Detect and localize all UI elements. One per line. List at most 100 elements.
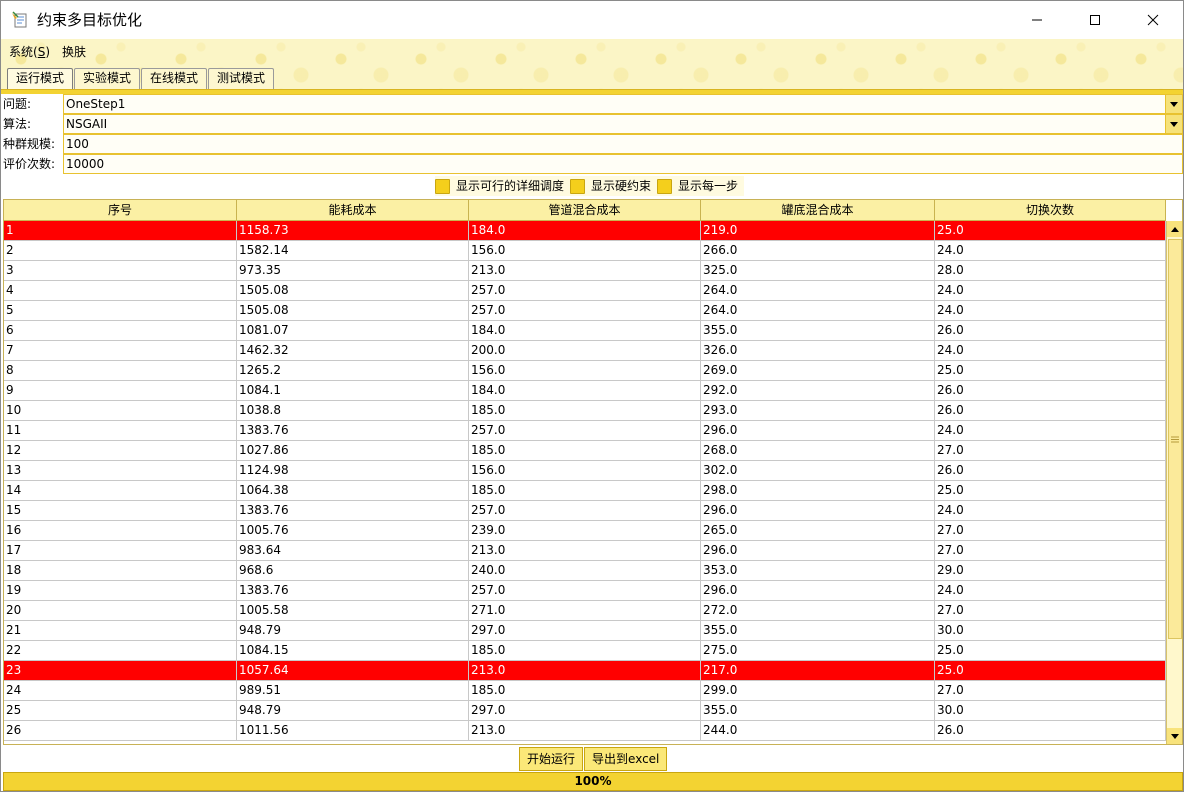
grip-icon	[1171, 436, 1179, 442]
scroll-thumb[interactable]	[1168, 239, 1182, 639]
problem-label: 问题:	[3, 97, 32, 111]
cell-pipeline-mix-cost: 184.0	[469, 221, 701, 240]
table-row[interactable]: 22 1084.15 185.0 275.0 25.0	[4, 641, 1166, 661]
menu-skin[interactable]: 换肤	[56, 41, 92, 63]
table-row[interactable]: 3 973.35 213.0 325.0 28.0	[4, 261, 1166, 281]
cell-switch-count: 24.0	[935, 301, 1166, 320]
checkbox-icon	[657, 178, 673, 194]
table-row[interactable]: 26 1011.56 213.0 244.0 26.0	[4, 721, 1166, 741]
cell-switch-count: 27.0	[935, 441, 1166, 460]
table-row[interactable]: 4 1505.08 257.0 264.0 24.0	[4, 281, 1166, 301]
cell-tank-bottom-mix-cost: 268.0	[701, 441, 935, 460]
table-body: 1 1158.73 184.0 219.0 25.0 2 1582.14 156.0 266.0…	[4, 221, 1166, 741]
population-input[interactable]: 100	[63, 134, 1183, 154]
cell-index: 10	[4, 401, 237, 420]
table-row[interactable]: 18 968.6 240.0 353.0 29.0	[4, 561, 1166, 581]
cell-energy-cost: 1505.08	[237, 281, 469, 300]
table-row[interactable]: 8 1265.2 156.0 269.0 25.0	[4, 361, 1166, 381]
table-row[interactable]: 5 1505.08 257.0 264.0 24.0	[4, 301, 1166, 321]
algorithm-row: 算法: NSGAII	[1, 114, 1183, 134]
column-header-index[interactable]: 序号	[4, 200, 237, 221]
minimize-button[interactable]	[1008, 1, 1066, 39]
problem-dropdown-button[interactable]	[1165, 95, 1182, 113]
column-header-pipeline-mix-cost[interactable]: 管道混合成本	[469, 200, 701, 221]
table-row[interactable]: 2 1582.14 156.0 266.0 24.0	[4, 241, 1166, 261]
close-button[interactable]	[1124, 1, 1182, 39]
table-row[interactable]: 12 1027.86 185.0 268.0 27.0	[4, 441, 1166, 461]
table-row[interactable]: 6 1081.07 184.0 355.0 26.0	[4, 321, 1166, 341]
column-header-switch-count[interactable]: 切换次数	[935, 200, 1166, 221]
column-header-energy-cost[interactable]: 能耗成本	[237, 200, 469, 221]
table-row[interactable]: 9 1084.1 184.0 292.0 26.0	[4, 381, 1166, 401]
evaluations-input[interactable]: 10000	[63, 154, 1183, 174]
tab-run-mode[interactable]: 运行模式	[7, 68, 74, 90]
table-row[interactable]: 16 1005.76 239.0 265.0 27.0	[4, 521, 1166, 541]
export-excel-button[interactable]: 导出到excel	[584, 747, 668, 771]
menu-system[interactable]: 系统(S)	[3, 41, 56, 63]
cell-pipeline-mix-cost: 240.0	[469, 561, 701, 580]
table-row[interactable]: 15 1383.76 257.0 296.0 24.0	[4, 501, 1166, 521]
maximize-button[interactable]	[1066, 1, 1124, 39]
scroll-down-button[interactable]	[1167, 728, 1182, 744]
table-row[interactable]: 14 1064.38 185.0 298.0 25.0	[4, 481, 1166, 501]
cell-energy-cost: 1462.32	[237, 341, 469, 360]
cell-energy-cost: 973.35	[237, 261, 469, 280]
algorithm-select[interactable]: NSGAII	[63, 114, 1183, 134]
cell-switch-count: 26.0	[935, 721, 1166, 740]
cell-index: 18	[4, 561, 237, 580]
cell-switch-count: 25.0	[935, 221, 1166, 240]
cell-energy-cost: 1038.8	[237, 401, 469, 420]
table-row[interactable]: 21 948.79 297.0 355.0 30.0	[4, 621, 1166, 641]
vertical-scrollbar[interactable]	[1166, 221, 1182, 744]
evaluations-row: 评价次数: 10000	[1, 154, 1183, 174]
app-icon	[11, 11, 29, 29]
show-feasible-detail-checkbox[interactable]: 显示可行的详细调度	[435, 176, 564, 196]
cell-energy-cost: 948.79	[237, 701, 469, 720]
tab-online-mode[interactable]: 在线模式	[141, 68, 208, 89]
tab-experiment-mode[interactable]: 实验模式	[74, 68, 141, 89]
cell-tank-bottom-mix-cost: 264.0	[701, 281, 935, 300]
cell-switch-count: 28.0	[935, 261, 1166, 280]
problem-select[interactable]: OneStep1	[63, 94, 1183, 114]
table-row[interactable]: 24 989.51 185.0 299.0 27.0	[4, 681, 1166, 701]
table-row[interactable]: 13 1124.98 156.0 302.0 26.0	[4, 461, 1166, 481]
table-row[interactable]: 23 1057.64 213.0 217.0 25.0	[4, 661, 1166, 681]
table-row[interactable]: 19 1383.76 257.0 296.0 24.0	[4, 581, 1166, 601]
cell-tank-bottom-mix-cost: 296.0	[701, 581, 935, 600]
action-buttons: 开始运行 导出到excel	[519, 747, 668, 771]
show-hard-constraints-checkbox[interactable]: 显示硬约束	[570, 176, 651, 196]
cell-switch-count: 24.0	[935, 281, 1166, 300]
cell-index: 2	[4, 241, 237, 260]
cell-index: 11	[4, 421, 237, 440]
table-row[interactable]: 20 1005.58 271.0 272.0 27.0	[4, 601, 1166, 621]
cell-energy-cost: 989.51	[237, 681, 469, 700]
cell-energy-cost: 1505.08	[237, 301, 469, 320]
table-row[interactable]: 7 1462.32 200.0 326.0 24.0	[4, 341, 1166, 361]
cell-energy-cost: 1057.64	[237, 661, 469, 680]
table-row[interactable]: 17 983.64 213.0 296.0 27.0	[4, 541, 1166, 561]
cell-switch-count: 26.0	[935, 321, 1166, 340]
table-row[interactable]: 10 1038.8 185.0 293.0 26.0	[4, 401, 1166, 421]
cell-energy-cost: 1005.58	[237, 601, 469, 620]
column-header-tank-bottom-mix-cost[interactable]: 罐底混合成本	[701, 200, 935, 221]
cell-index: 8	[4, 361, 237, 380]
cell-switch-count: 24.0	[935, 341, 1166, 360]
scroll-up-button[interactable]	[1167, 221, 1182, 237]
cell-index: 17	[4, 541, 237, 560]
show-each-step-checkbox[interactable]: 显示每一步	[657, 176, 738, 196]
cell-pipeline-mix-cost: 257.0	[469, 421, 701, 440]
cell-tank-bottom-mix-cost: 326.0	[701, 341, 935, 360]
cell-tank-bottom-mix-cost: 353.0	[701, 561, 935, 580]
table-row[interactable]: 25 948.79 297.0 355.0 30.0	[4, 701, 1166, 721]
cell-index: 5	[4, 301, 237, 320]
start-run-button[interactable]: 开始运行	[519, 747, 584, 771]
table-row[interactable]: 1 1158.73 184.0 219.0 25.0	[4, 221, 1166, 241]
cell-switch-count: 30.0	[935, 621, 1166, 640]
cell-index: 9	[4, 381, 237, 400]
cell-switch-count: 27.0	[935, 681, 1166, 700]
cell-energy-cost: 983.64	[237, 541, 469, 560]
tab-test-mode[interactable]: 测试模式	[208, 68, 275, 89]
algorithm-dropdown-button[interactable]	[1165, 115, 1182, 133]
cell-tank-bottom-mix-cost: 298.0	[701, 481, 935, 500]
table-row[interactable]: 11 1383.76 257.0 296.0 24.0	[4, 421, 1166, 441]
